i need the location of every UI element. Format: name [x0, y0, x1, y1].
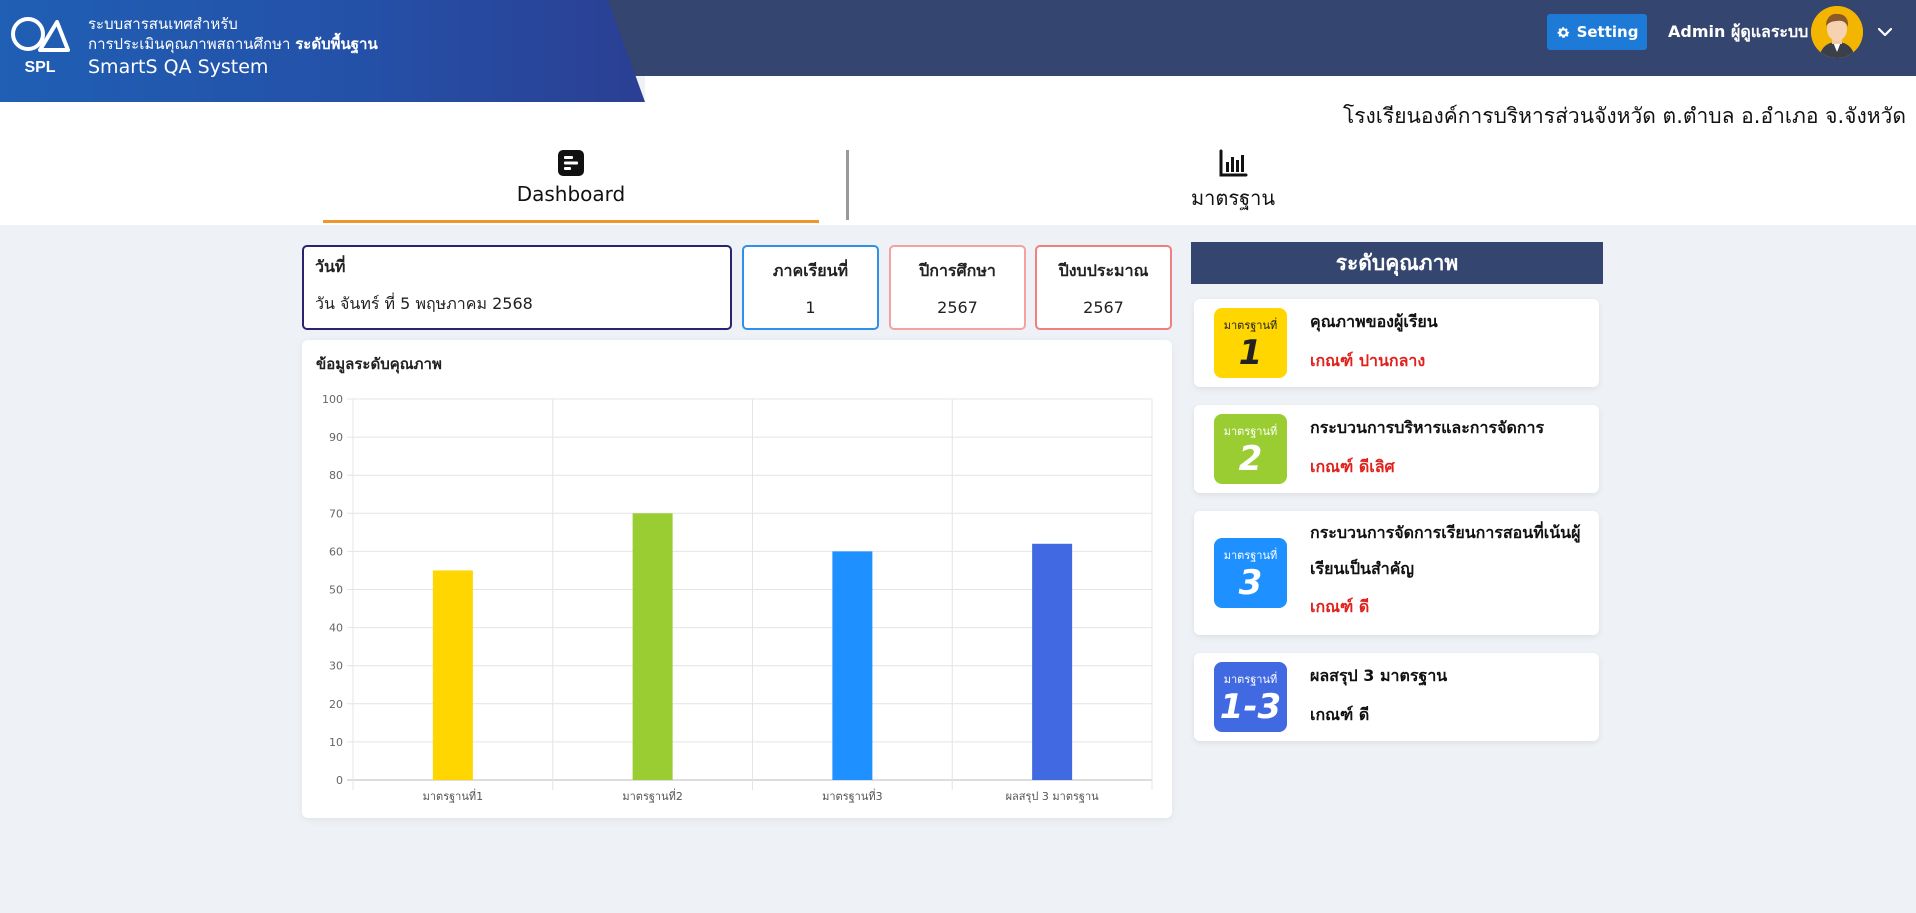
chart-title: ข้อมูลระดับคุณภาพ — [316, 355, 442, 373]
term-card: ภาคเรียนที่ 1 — [742, 245, 879, 330]
standard-card-3[interactable]: มาตรฐานที่ 3 กระบวนการจัดการเรียนการสอนท… — [1194, 511, 1599, 635]
standard-name-line-1: กระบวนการจัดการเรียนการสอนที่เน้นผู้ — [1310, 523, 1581, 542]
date-card: วันที่ วัน จันทร์ ที่ 5 พฤษภาคม 2568 — [302, 245, 732, 330]
y-tick-label: 100 — [322, 393, 343, 406]
standard-name: คุณภาพของผู้เรียน — [1310, 312, 1438, 331]
bar-2 — [632, 513, 673, 780]
tab-standard[interactable]: มาตรฐาน — [850, 148, 1616, 214]
x-tick-label: มาตรฐานที่2 — [622, 788, 683, 803]
avatar[interactable] — [1811, 6, 1863, 58]
standard-name: กระบวนการบริหารและการจัดการ — [1310, 418, 1545, 437]
brand-line-2-bold: ระดับพื้นฐาน — [295, 35, 378, 53]
standard-grade: เกณฑ์ ดีเลิศ — [1310, 457, 1395, 476]
user-name[interactable]: Admin ผู้ดูแลระบบ — [1668, 20, 1808, 45]
y-tick-label: 40 — [329, 622, 343, 635]
setting-label: Setting — [1576, 23, 1639, 41]
standard-card-summary[interactable]: มาตรฐานที่ 1-3 ผลสรุป 3 มาตรฐาน เกณฑ์ ดี — [1194, 653, 1599, 741]
standard-badge-number: 3 — [1238, 563, 1263, 603]
standard-name: ผลสรุป 3 มาตรฐาน — [1310, 666, 1448, 685]
standard-badge-label: มาตรฐานที่ — [1223, 549, 1278, 562]
gear-icon — [1557, 26, 1569, 38]
y-tick-label: 50 — [329, 584, 343, 597]
app-logo[interactable]: SPL — [8, 14, 72, 80]
y-tick-label: 90 — [329, 431, 343, 444]
brand-line-2: การประเมินคุณภาพสถานศึกษา ระดับพื้นฐาน — [88, 34, 378, 54]
bar-3 — [832, 551, 873, 780]
brand-banner: SPL ระบบสารสนเทศสำหรับ การประเมินคุณภาพส… — [0, 0, 645, 102]
standard-badge-2: มาตรฐานที่ 2 — [1214, 414, 1287, 484]
y-tick-label: 60 — [329, 545, 343, 558]
brand-line-3: SmartS QA System — [88, 56, 269, 78]
y-tick-label: 0 — [336, 774, 343, 787]
budget-year-value: 2567 — [1083, 298, 1124, 317]
standard-badge-label: มาตรฐานที่ — [1223, 319, 1278, 332]
standard-name-line-2: เรียนเป็นสำคัญ — [1310, 559, 1415, 578]
dashboard-icon — [558, 150, 584, 176]
standard-badge-number: 2 — [1238, 439, 1263, 479]
x-tick-label: มาตรฐานที่3 — [822, 788, 883, 803]
tab-divider — [846, 150, 849, 220]
budget-year-card: ปีงบประมาณ 2567 — [1035, 245, 1172, 330]
date-title: วันที่ — [315, 257, 346, 276]
active-tab-indicator — [323, 220, 819, 223]
bar-1 — [432, 570, 473, 780]
chevron-down-icon[interactable] — [1875, 22, 1895, 42]
standard-badge-label: มาตรฐานที่ — [1223, 673, 1278, 686]
tab-dashboard-label: Dashboard — [516, 182, 626, 206]
y-tick-label: 20 — [329, 698, 343, 711]
bar-chart-icon — [1219, 149, 1248, 177]
date-value: วัน จันทร์ ที่ 5 พฤษภาคม 2568 — [315, 294, 533, 313]
academic-year-value: 2567 — [937, 298, 978, 317]
standard-card-2[interactable]: มาตรฐานที่ 2 กระบวนการบริหารและการจัดการ… — [1194, 405, 1599, 493]
brand-line-1: ระบบสารสนเทศสำหรับ — [88, 15, 238, 33]
academic-year-card: ปีการศึกษา 2567 — [889, 245, 1026, 330]
tab-standard-label: มาตรฐาน — [1190, 186, 1276, 210]
quality-level-header: ระดับคุณภาพ — [1191, 242, 1603, 284]
standard-grade: เกณฑ์ ดี — [1310, 597, 1370, 616]
brand-title: ระบบสารสนเทศสำหรับ การประเมินคุณภาพสถานศ… — [88, 14, 378, 80]
standard-card-1[interactable]: มาตรฐานที่ 1 คุณภาพของผู้เรียน เกณฑ์ ปาน… — [1194, 299, 1599, 387]
standard-badge-1: มาตรฐานที่ 1 — [1214, 308, 1287, 378]
setting-button[interactable]: Setting — [1547, 14, 1647, 50]
y-tick-label: 80 — [329, 469, 343, 482]
quality-bar-chart: 0 10 20 30 40 50 60 70 80 90 100 มาตรฐานที่1 มาตรฐาน… — [322, 393, 1153, 803]
logo-text: SPL — [24, 59, 56, 76]
term-value: 1 — [805, 298, 816, 317]
x-tick-label: มาตรฐานที่1 — [423, 788, 484, 803]
tab-dashboard[interactable]: Dashboard — [323, 148, 819, 206]
brand-line-2-text: การประเมินคุณภาพสถานศึกษา — [88, 35, 291, 53]
school-name: โรงเรียนองค์การบริหารส่วนจังหวัด ต.ตำบล … — [1342, 104, 1906, 128]
qa-logo-icon — [11, 17, 70, 52]
user-avatar-icon — [1811, 6, 1863, 58]
quality-chart-card: 0 10 20 30 40 50 60 70 80 90 100 มาตรฐานที่1 มาตรฐาน… — [302, 340, 1172, 818]
standard-badge-3: มาตรฐานที่ 3 — [1214, 538, 1287, 608]
budget-year-title: ปีงบประมาณ — [1058, 261, 1149, 280]
standard-badge-number: 1-3 — [1219, 687, 1282, 727]
standard-badge-label: มาตรฐานที่ — [1223, 425, 1278, 438]
y-tick-label: 30 — [329, 660, 343, 673]
standard-grade: เกณฑ์ ปานกลาง — [1310, 351, 1426, 370]
y-tick-label: 10 — [329, 736, 343, 749]
y-tick-label: 70 — [329, 507, 343, 520]
standard-grade: เกณฑ์ ดี — [1310, 705, 1370, 724]
academic-year-title: ปีการศึกษา — [919, 261, 996, 280]
standard-badge-number: 1 — [1238, 333, 1263, 373]
bar-4 — [1032, 543, 1073, 780]
x-tick-label: ผลสรุป 3 มาตรฐาน — [1006, 790, 1100, 803]
standard-badge-summary: มาตรฐานที่ 1-3 — [1214, 662, 1287, 732]
term-title: ภาคเรียนที่ — [772, 261, 849, 280]
